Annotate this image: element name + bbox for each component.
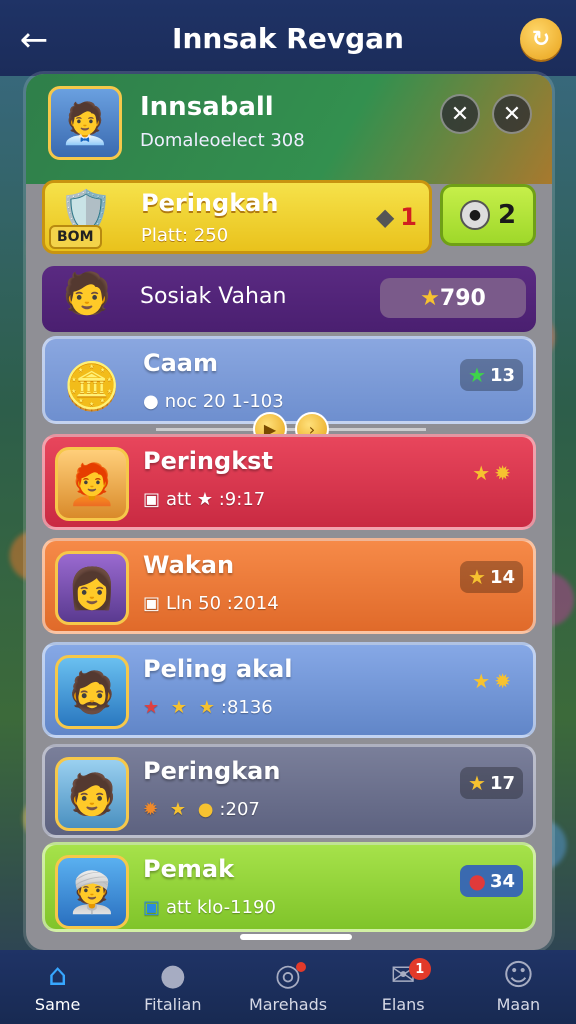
- nav-item-elans[interactable]: ✉ 1 Elans: [346, 950, 461, 1024]
- chat-bubble-icon: ●: [159, 957, 186, 993]
- social-score: ★ 790: [380, 278, 526, 318]
- list-item[interactable]: 🧑‍🦰 Peringkst ▣ att ★ :9:17 ★ ✹: [42, 434, 536, 530]
- coin-button[interactable]: ↻: [520, 18, 562, 60]
- profile-header: 🧑‍💼 Innsaball Domaleoelect 308 ✕ ✕: [26, 74, 552, 184]
- close-icon: ✕: [450, 101, 470, 127]
- avatar: 👩: [55, 551, 129, 625]
- list-item-title: Pemak: [143, 855, 235, 883]
- list-item[interactable]: 🪙 Caam ● noc 20 1-103 ★ 13: [42, 336, 536, 424]
- rank-title: Peringkah: [141, 189, 279, 217]
- scroll-handle[interactable]: [240, 934, 352, 940]
- avatar: 🧔: [55, 655, 129, 729]
- calendar-icon: ▣: [143, 897, 161, 918]
- medal-icon: ●: [459, 200, 490, 230]
- list-item-title: Peling akal: [143, 655, 293, 683]
- nav-item-fitalian[interactable]: ● Fitalian: [115, 950, 230, 1024]
- list-item-badge: ● 34: [460, 865, 523, 897]
- list-item[interactable]: 🧑 Peringkan ✹ ★ ●:207 ★ 17: [42, 744, 536, 838]
- list-item-badge: ★ ✹: [464, 457, 523, 489]
- gem-icon: ●: [468, 869, 486, 893]
- list-item-meta: ★ ★ ★:8136: [143, 697, 273, 718]
- avatar: 👳: [55, 855, 129, 929]
- list-item[interactable]: 👩 Wakan ▣ Lln 50 :2014 ★ 14: [42, 538, 536, 634]
- star-icon: ★: [468, 771, 486, 795]
- notification-dot: [295, 962, 306, 972]
- profile-subtitle: Domaleoelect 308: [140, 130, 305, 151]
- list-item[interactable]: 👳 Pemak ▣ att klo-1190 ● 34: [42, 842, 536, 932]
- list-item-meta: ✹ ★ ●:207: [143, 799, 260, 820]
- nav-item-marehads[interactable]: ◎ Marehads: [230, 950, 345, 1024]
- back-button[interactable]: ←: [14, 20, 54, 60]
- rank-subtitle: Platt: 250: [141, 225, 229, 246]
- avatar[interactable]: 🧑‍💼: [48, 86, 122, 160]
- calendar-icon: ▣: [143, 593, 161, 614]
- list-item-title: Peringkan: [143, 757, 281, 785]
- list-item-meta: ▣ att klo-1190: [143, 897, 276, 918]
- star-icon: ★: [143, 697, 160, 718]
- people-icon: ☺: [502, 957, 535, 993]
- list-item-meta: ● noc 20 1-103: [143, 391, 284, 412]
- social-card[interactable]: 🧑 Sosiak Vahan ★ 790: [42, 266, 536, 332]
- list-item-title: Wakan: [143, 551, 235, 579]
- star-icon: ✹: [143, 799, 159, 820]
- list-item-title: Peringkst: [143, 447, 273, 475]
- coin-icon: ●: [143, 391, 159, 412]
- star-icon: ★: [472, 461, 491, 485]
- social-title: Sosiak Vahan: [140, 284, 287, 309]
- rank-tag: BOM: [49, 225, 102, 249]
- bottom-nav: ⌂ Same ● Fitalian ◎ Marehads ✉ 1 Elans ☺…: [0, 950, 576, 1024]
- list-item[interactable]: 🧔 Peling akal ★ ★ ★:8136 ★ ✹: [42, 642, 536, 738]
- list-item-badge: ★ 17: [460, 767, 523, 799]
- star-icon: ★: [468, 363, 486, 387]
- close-button-secondary[interactable]: ✕: [492, 94, 532, 134]
- list-item-meta: ▣ att ★ :9:17: [143, 489, 266, 510]
- pager-line: [156, 428, 426, 431]
- profile-name: Innsaball: [140, 92, 274, 122]
- list-item-title: Caam: [143, 349, 219, 377]
- avatar: 🧑: [62, 270, 112, 317]
- position-badge[interactable]: ● 2: [440, 184, 536, 246]
- star-icon: ★: [468, 565, 486, 589]
- calendar-icon: ▣: [143, 489, 161, 510]
- star-icon: ★: [169, 799, 186, 820]
- home-icon: ⌂: [48, 957, 68, 993]
- rank-score: ◆ 1: [375, 203, 417, 231]
- star-icon: ✹: [494, 461, 511, 485]
- list-item-meta: ▣ Lln 50 :2014: [143, 593, 279, 614]
- coin-icon: ●: [197, 799, 214, 820]
- star-icon: ★: [420, 285, 440, 311]
- nav-item-maan[interactable]: ☺ Maan: [461, 950, 576, 1024]
- arrow-left-icon: ←: [19, 20, 49, 60]
- nav-item-same[interactable]: ⌂ Same: [0, 950, 115, 1024]
- star-icon: ★: [472, 669, 491, 693]
- star-icon: ★: [198, 697, 215, 718]
- list-item-badge: ★ 13: [460, 359, 523, 391]
- coins-icon: 🪙: [63, 358, 121, 413]
- leaderboard-panel: 🧑‍💼 Innsaball Domaleoelect 308 ✕ ✕ 🛡️ BO…: [26, 74, 552, 950]
- top-bar: ← Innsak Revgan ↻: [0, 0, 576, 76]
- list-item-badge: ★ 14: [460, 561, 523, 593]
- star-icon: ✹: [494, 669, 511, 693]
- star-icon: ★: [170, 697, 188, 718]
- page-title: Innsak Revgan: [172, 21, 404, 55]
- coin-icon: ↻: [531, 26, 551, 52]
- avatar: 🧑‍🦰: [55, 447, 129, 521]
- avatar: 🧑: [55, 757, 129, 831]
- list-item-badge: ★ ✹: [464, 665, 523, 697]
- notification-badge: 1: [408, 958, 431, 980]
- close-button[interactable]: ✕: [440, 94, 480, 134]
- close-icon: ✕: [502, 101, 522, 127]
- rank-card[interactable]: 🛡️ BOM Peringkah Platt: 250 ◆ 1: [42, 180, 432, 254]
- rock-icon: ◆: [375, 203, 395, 231]
